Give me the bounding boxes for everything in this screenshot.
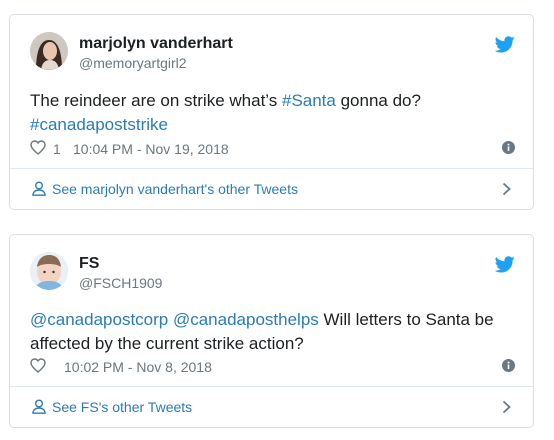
hashtag-link[interactable]: #canadapoststrike [30, 115, 168, 134]
tweet-text-part: The reindeer are on strike what’s [30, 91, 282, 110]
tweet-footer[interactable]: See marjolyn vanderhart's other Tweets [10, 168, 533, 209]
timestamp-link[interactable]: 10:02 PM - Nov 8, 2018 [64, 359, 212, 375]
person-icon [32, 181, 46, 196]
user-handle[interactable]: @memoryartgirl2 [79, 54, 233, 73]
heart-icon[interactable] [30, 358, 46, 373]
tweet-text-part: gonna do? [335, 91, 421, 110]
twitter-bird-icon[interactable] [495, 256, 515, 273]
tweet-card[interactable]: FS @FSCH1909 @canadapostcorp @canadapost… [9, 234, 534, 428]
info-icon[interactable] [502, 359, 515, 372]
tweet-text: @canadapostcorp @canadaposthelps Will le… [30, 308, 510, 356]
mention-link[interactable]: @canadapostcorp [30, 310, 168, 329]
info-icon[interactable] [502, 141, 515, 154]
chevron-right-icon[interactable] [502, 182, 511, 196]
display-name[interactable]: FS [79, 254, 162, 273]
tweet-meta: 10:02 PM - Nov 8, 2018 [30, 357, 515, 377]
user-handle[interactable]: @FSCH1909 [79, 274, 162, 293]
avatar[interactable] [30, 32, 68, 70]
twitter-bird-icon[interactable] [495, 36, 515, 53]
author-names[interactable]: FS @FSCH1909 [79, 254, 162, 293]
heart-icon[interactable] [30, 140, 46, 155]
other-tweets-link[interactable]: See marjolyn vanderhart's other Tweets [52, 181, 298, 197]
author-names[interactable]: marjolyn vanderhart @memoryartgirl2 [79, 34, 233, 73]
chevron-right-icon[interactable] [502, 400, 511, 414]
avatar[interactable] [30, 252, 68, 290]
other-tweets-link[interactable]: See FS's other Tweets [52, 399, 192, 415]
mention-link[interactable]: @canadaposthelps [173, 310, 319, 329]
tweet-header: marjolyn vanderhart @memoryartgirl2 [30, 32, 515, 76]
display-name[interactable]: marjolyn vanderhart [79, 34, 233, 53]
tweet-card[interactable]: marjolyn vanderhart @memoryartgirl2 The … [9, 14, 534, 210]
tweet-header: FS @FSCH1909 [30, 252, 515, 296]
timestamp-link[interactable]: 10:04 PM - Nov 19, 2018 [73, 141, 229, 157]
tweet-text: The reindeer are on strike what’s #Santa… [30, 89, 510, 137]
person-icon [32, 399, 46, 414]
tweet-meta: 1 10:04 PM - Nov 19, 2018 [30, 139, 515, 159]
hashtag-link[interactable]: #Santa [282, 91, 336, 110]
like-count[interactable]: 1 [53, 141, 61, 157]
tweet-footer[interactable]: See FS's other Tweets [10, 386, 533, 427]
